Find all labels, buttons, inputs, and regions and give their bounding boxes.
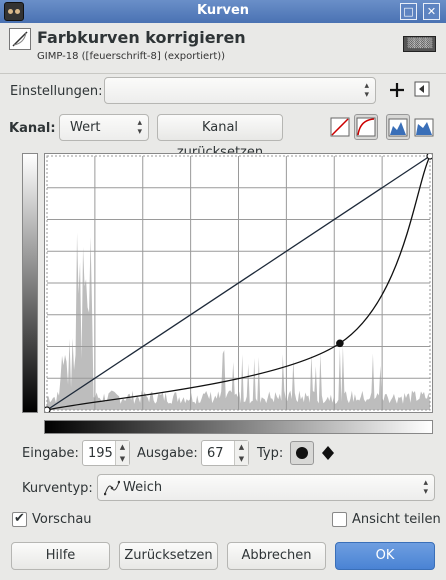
title-bar: Kurven □ ✕ — [0, 0, 446, 23]
curve-type-label: Kurventyp: — [22, 481, 93, 496]
curves-tool-icon — [9, 28, 31, 50]
channel-label: Kanal: — [9, 121, 56, 136]
curve-type-combo[interactable]: Weich ▴ ▾ — [97, 474, 435, 501]
header-separator — [0, 73, 446, 74]
curve-control-point[interactable] — [336, 339, 344, 348]
dialog-title: Farbkurven korrigieren — [37, 28, 246, 47]
input-value: 195 — [88, 446, 113, 461]
output-gradient-bar — [22, 153, 38, 413]
input-label: Eingabe: — [22, 446, 79, 461]
preview-checkbox[interactable] — [12, 511, 27, 527]
curve-type-value: Weich — [123, 480, 163, 495]
close-window-button[interactable]: ✕ — [423, 3, 440, 20]
smooth-curve-icon — [104, 480, 120, 496]
log-histogram-button[interactable] — [354, 114, 378, 140]
add-preset-icon[interactable] — [387, 80, 407, 100]
corner-point-button[interactable] — [318, 443, 338, 463]
settings-combo[interactable]: ▴ ▾ — [104, 77, 376, 104]
help-button[interactable]: Hilfe — [11, 542, 110, 570]
spin-arrows-icon[interactable]: ▲ ▼ — [115, 441, 129, 465]
output-label: Ausgabe: — [137, 446, 198, 461]
reset-button[interactable]: Zurücksetzen — [119, 542, 218, 570]
input-gradient-bar — [44, 420, 433, 434]
updown-arrow-icon: ▴ ▾ — [364, 81, 369, 100]
preview-label: Vorschau — [32, 512, 92, 527]
image-thumbnail: ▒▒▒▒ — [403, 36, 436, 52]
output-value: 67 — [207, 446, 224, 461]
channel-combo[interactable]: Wert ▴ ▾ — [59, 114, 149, 141]
restore-window-button[interactable]: □ — [400, 3, 417, 20]
spin-arrows-icon[interactable]: ▲ ▼ — [234, 441, 248, 465]
reset-channel-button[interactable]: Kanal zurücksetzen — [157, 114, 283, 160]
linear-histogram-icon[interactable] — [330, 117, 350, 137]
split-view-label: Ansicht teilen — [352, 512, 441, 527]
type-label: Typ: — [257, 446, 284, 461]
channel-value: Wert — [70, 120, 101, 135]
ok-button[interactable]: OK — [335, 542, 435, 570]
window-title: Kurven — [196, 3, 250, 18]
preset-menu-icon[interactable] — [413, 80, 433, 100]
curve-editor[interactable] — [43, 152, 434, 414]
curve-control-point[interactable] — [43, 406, 51, 414]
settings-label: Einstellungen: — [10, 84, 103, 99]
histogram-log-icon[interactable] — [414, 118, 434, 138]
split-view-checkbox[interactable] — [332, 512, 347, 527]
smooth-point-button[interactable] — [290, 441, 314, 465]
updown-arrow-icon: ▴ ▾ — [423, 478, 428, 497]
histogram-linear-icon[interactable] — [386, 114, 410, 140]
curve-graph[interactable] — [43, 152, 434, 414]
output-spinbutton[interactable]: 67 ▲ ▼ — [201, 440, 249, 466]
image-subtitle: GIMP-18 ([feuerschrift-8] (exportiert)) — [37, 51, 226, 62]
curve-control-point[interactable] — [426, 152, 434, 160]
input-spinbutton[interactable]: 195 ▲ ▼ — [82, 440, 130, 466]
dialog-header: Farbkurven korrigieren GIMP-18 ([feuersc… — [0, 23, 446, 73]
cancel-button[interactable]: Abbrechen — [227, 542, 326, 570]
updown-arrow-icon: ▴ ▾ — [137, 118, 142, 137]
